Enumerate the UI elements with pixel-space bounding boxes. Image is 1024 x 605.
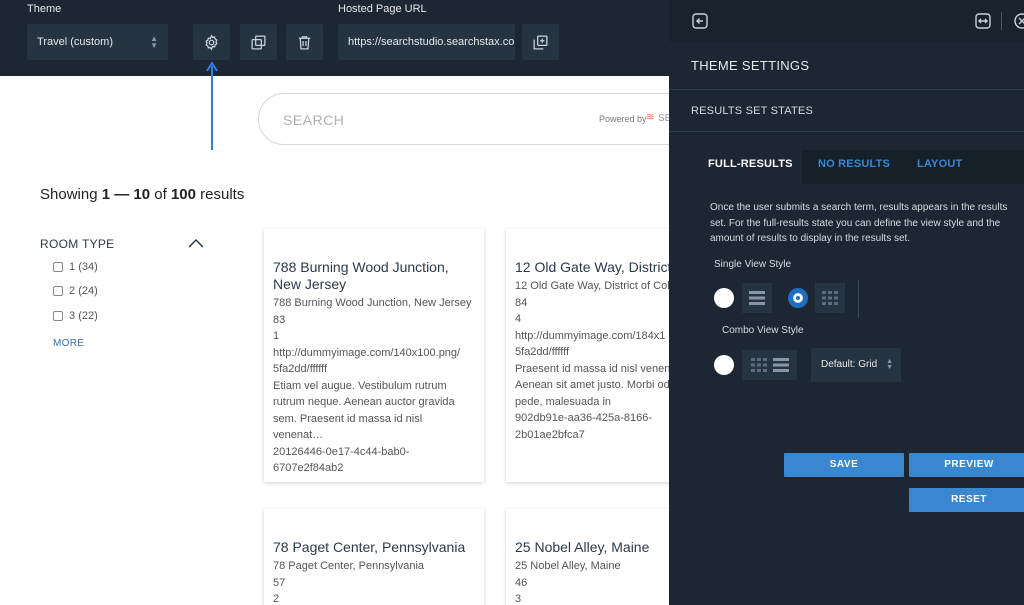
facet-option-label: 3 xyxy=(69,310,76,322)
combo-view-label: Combo View Style xyxy=(722,325,804,336)
header-divider xyxy=(1001,12,1002,30)
grid-list-view-icon xyxy=(742,350,797,380)
result-id: 20126446-0e17-4c44-bab0-6707e2f84ab2 xyxy=(273,445,410,475)
theme-select[interactable]: Travel (custom) ▲ ▼ xyxy=(27,24,168,60)
checkbox[interactable] xyxy=(53,311,63,321)
facet-option-count: (24) xyxy=(78,285,98,297)
annotation-arrow xyxy=(206,62,218,150)
summary-suffix: results xyxy=(200,186,245,203)
facet-option[interactable]: 1 (34) xyxy=(53,261,98,273)
result-card[interactable]: 788 Burning Wood Junction, New Jersey 78… xyxy=(264,229,484,482)
combo-view-radio[interactable] xyxy=(714,355,734,375)
results-summary: Showing 1 — 10 of 100 results xyxy=(40,186,244,203)
result-field: 83 xyxy=(273,313,286,326)
result-field: 1 xyxy=(273,330,280,342)
expand-width-icon[interactable] xyxy=(975,13,991,29)
summary-of: of xyxy=(154,186,167,203)
theme-label: Theme xyxy=(27,3,62,15)
result-field: 2 xyxy=(273,593,280,605)
result-card[interactable]: 78 Paget Center, Pennsylvania 78 Paget C… xyxy=(264,509,484,605)
summary-total: 100 xyxy=(170,186,196,203)
settings-button[interactable] xyxy=(193,24,230,60)
checkbox[interactable] xyxy=(53,262,63,272)
hosted-url-field[interactable]: https://searchstudio.searchstax.co xyxy=(338,24,515,60)
single-view-list-radio[interactable] xyxy=(714,288,734,308)
duplicate-button[interactable] xyxy=(240,24,277,60)
panel-subtitle: RESULTS SET STATES xyxy=(691,105,813,117)
searchstax-logo-icon: ≋ xyxy=(646,112,655,123)
tab-layout[interactable]: LAYOUT xyxy=(917,158,962,170)
divider xyxy=(669,89,1024,90)
result-title[interactable]: 78 Paget Center, Pennsylvania xyxy=(273,539,475,556)
combo-default-value: Default: Grid xyxy=(821,359,878,370)
theme-select-value: Travel (custom) xyxy=(37,36,113,48)
facet-option[interactable]: 2 (24) xyxy=(53,285,98,297)
combo-default-select[interactable]: Default: Grid ▲ ▼ xyxy=(811,348,901,382)
facet-more-link[interactable]: MORE xyxy=(53,338,84,349)
preview-button[interactable]: PREVIEW xyxy=(909,453,1024,477)
result-field: 57 xyxy=(273,576,286,589)
panel-header xyxy=(669,0,1024,42)
result-title[interactable]: 788 Burning Wood Junction, New Jersey xyxy=(273,259,475,293)
trash-icon xyxy=(298,35,311,50)
copy-icon xyxy=(251,34,266,50)
single-view-grid-radio[interactable] xyxy=(788,288,808,308)
search-placeholder: SEARCH xyxy=(283,112,345,128)
facet-title: ROOM TYPE xyxy=(40,237,115,251)
search-box[interactable]: SEARCH Powered by ≋ SE xyxy=(258,93,698,145)
summary-range: 1 — 10 xyxy=(101,186,151,203)
panel-title: THEME SETTINGS xyxy=(691,58,810,73)
grid-view-icon xyxy=(815,283,845,313)
result-description: Etiam vel augue. Vestibulum rutrum rutru… xyxy=(273,379,455,442)
divider xyxy=(669,131,1024,132)
result-field: 78 Paget Center, Pennsylvania xyxy=(273,560,425,572)
copy-url-button[interactable] xyxy=(522,24,559,60)
summary-prefix: Showing xyxy=(40,186,98,203)
facet-option[interactable]: 3 (22) xyxy=(53,310,98,322)
result-field: http://dummyimage.com/140x100.png/ xyxy=(273,346,461,359)
list-view-icon xyxy=(742,283,772,313)
results-state-tabs: FULL-RESULTS NO RESULTS LAYOUT Once the … xyxy=(695,150,1024,445)
checkbox[interactable] xyxy=(53,286,63,296)
facet-option-count: (22) xyxy=(78,310,98,322)
theme-settings-panel: THEME SETTINGS RESULTS SET STATES FULL-R… xyxy=(669,0,1024,605)
divider xyxy=(858,280,859,318)
close-icon[interactable] xyxy=(1014,13,1024,29)
facet-option-label: 2 xyxy=(69,285,76,297)
select-caret-icon: ▲ ▼ xyxy=(886,358,893,371)
chevron-up-icon[interactable] xyxy=(188,238,204,248)
delete-button[interactable] xyxy=(286,24,323,60)
powered-by-label: Powered by xyxy=(599,114,647,124)
url-label: Hosted Page URL xyxy=(338,3,427,15)
select-caret-icon: ▲ ▼ xyxy=(150,34,158,50)
reset-button[interactable]: RESET xyxy=(909,488,1024,512)
save-button[interactable]: SAVE xyxy=(784,453,904,477)
facet-option-count: (34) xyxy=(78,261,98,273)
facet-option-label: 1 xyxy=(69,261,76,273)
result-field: 5fa2dd/ffffff xyxy=(273,363,328,375)
tab-description: Once the user submits a search term, res… xyxy=(710,202,1008,244)
tab-no-results[interactable]: NO RESULTS xyxy=(818,158,890,170)
collapse-panel-icon[interactable] xyxy=(692,13,708,29)
result-field: 788 Burning Wood Junction, New Jersey xyxy=(273,297,472,309)
single-view-label: Single View Style xyxy=(714,259,792,270)
copy-add-icon xyxy=(533,34,548,50)
tab-full-results[interactable]: FULL-RESULTS xyxy=(708,158,793,170)
gear-icon xyxy=(205,33,218,51)
